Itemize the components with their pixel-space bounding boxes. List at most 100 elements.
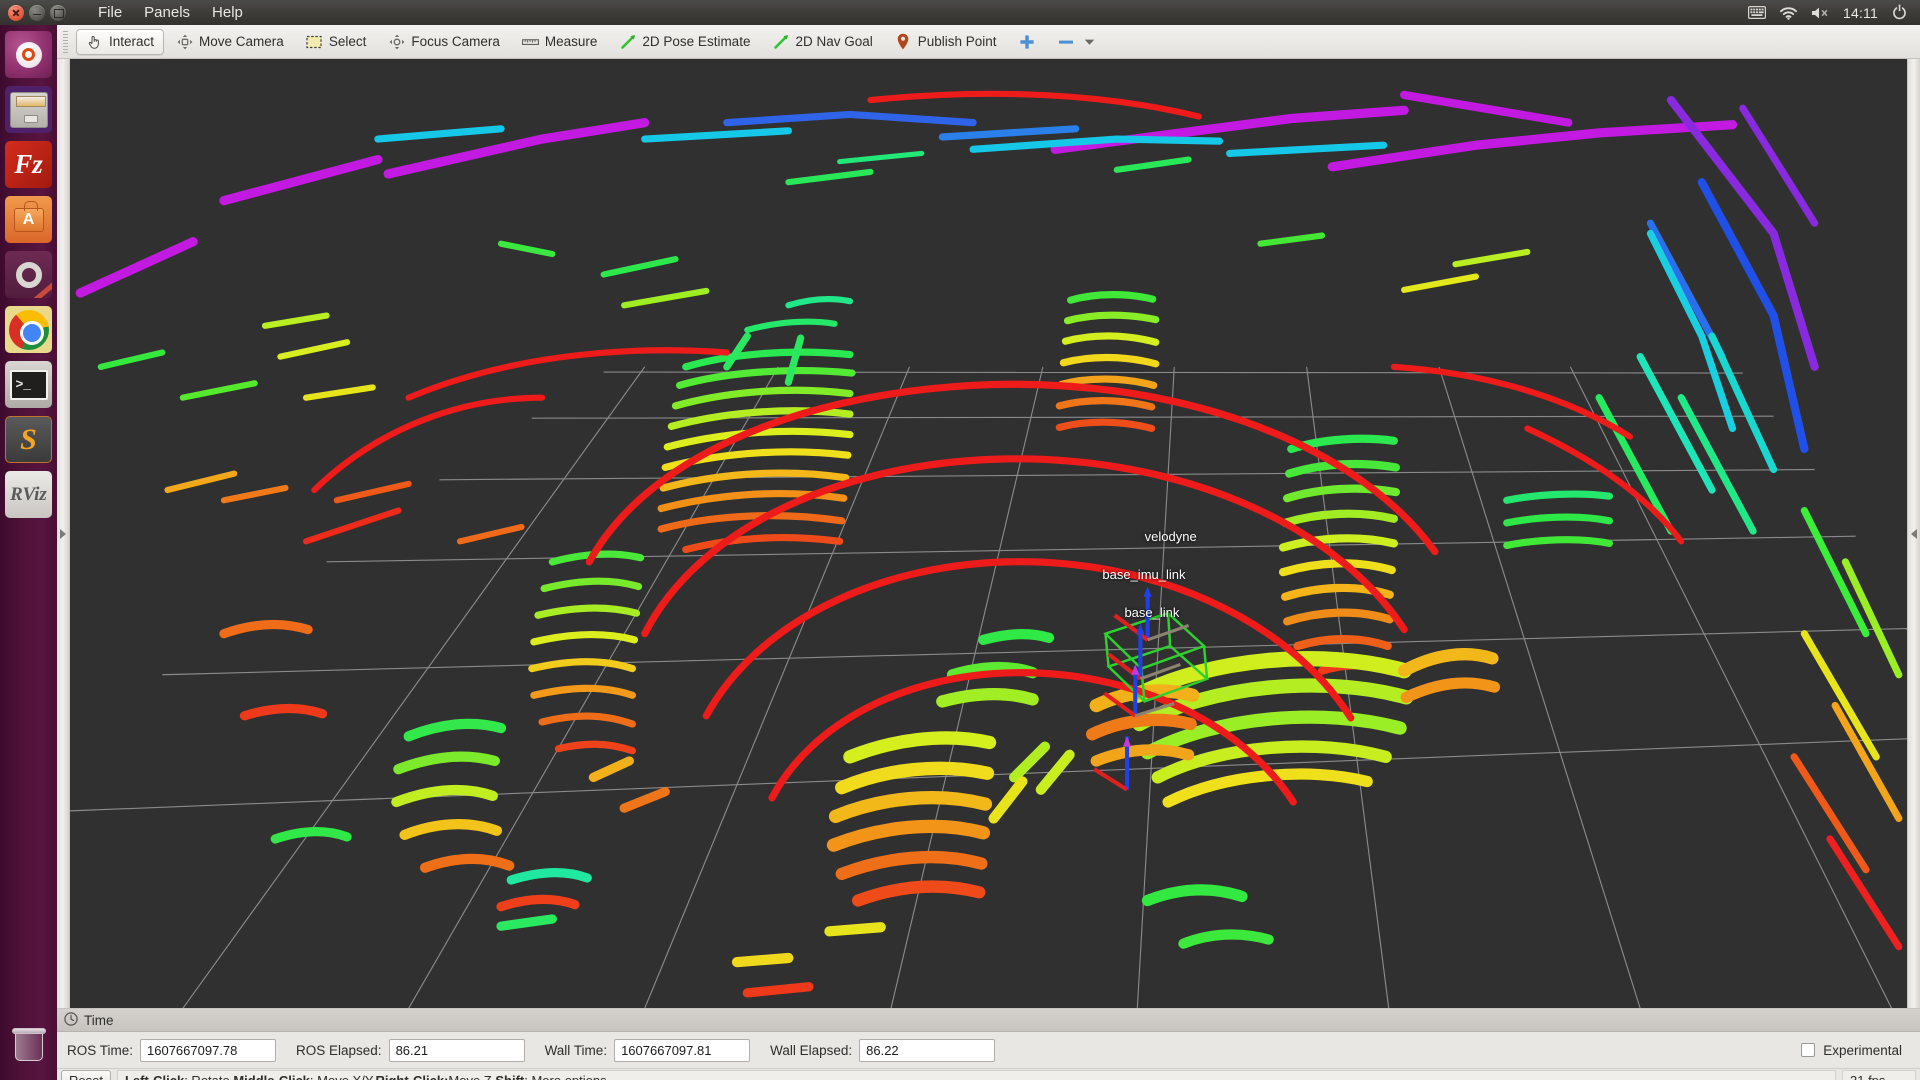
field-ros-time: ROS Time: 1607667097.78 [67,1039,276,1062]
expand-left-panel-icon [60,529,66,539]
desktop-screen: File Panels Help 14:11 [0,0,1920,1080]
menu-panels[interactable]: Panels [133,0,201,25]
file-cabinet-icon [10,92,48,128]
hint-more-options: : More options. [524,1073,610,1080]
launcher-item-terminal[interactable]: >_ [5,361,52,408]
wifi-icon[interactable] [1779,6,1798,20]
tool-publish-point[interactable]: Publish Point [885,29,1007,55]
launcher-item-ubuntu-software[interactable]: A [5,196,52,243]
volume-muted-icon[interactable] [1811,6,1830,20]
green-arrow-icon [772,33,789,50]
sublime-icon: S [20,423,37,457]
ros-elapsed-input[interactable]: 86.21 [389,1039,525,1062]
move-camera-icon [176,33,193,50]
remove-tool-button[interactable] [1048,29,1108,55]
chevron-down-icon [1081,33,1098,50]
wall-time-input[interactable]: 1607667097.81 [614,1039,750,1062]
ros-time-input[interactable]: 1607667097.78 [140,1039,276,1062]
add-tool-button[interactable] [1009,29,1046,55]
clock-label[interactable]: 14:11 [1843,5,1878,21]
ros-time-label: ROS Time: [67,1043,133,1058]
filezilla-icon: Fz [14,149,43,180]
rviz-icon: RViz [10,484,47,506]
hint-move-z: Move Z. [448,1073,495,1080]
reset-button[interactable]: Reset [61,1070,111,1080]
ruler-icon [522,33,539,50]
hint-right-click: Right-Click: [375,1073,448,1080]
plus-icon [1019,33,1036,50]
tool-interact[interactable]: Interact [76,29,164,55]
launcher-item-system-tools[interactable] [5,251,52,298]
rviz-main-area: velodyne base_imu_link base_link [57,59,1920,1008]
hint-left-click: Left-Click [125,1073,184,1080]
application-menu-bar: File Panels Help [87,0,254,25]
window-controls [0,5,75,21]
launcher-item-ubuntu-dash[interactable] [5,31,52,78]
launcher-item-rviz[interactable]: RViz [5,471,52,518]
hint-rotate: : Rotate. [184,1073,233,1080]
launcher-item-filezilla[interactable]: Fz [5,141,52,188]
expand-right-panel-icon [1911,529,1917,539]
software-bag-icon: A [14,208,44,232]
keyboard-icon[interactable] [1748,6,1766,19]
tool-2d-pose-estimate[interactable]: 2D Pose Estimate [609,29,760,55]
tool-label: Measure [545,34,598,49]
gear-wrench-icon [16,262,42,288]
mouse-hint-text: Left-Click: Rotate. Middle-Click: Move X… [117,1070,1836,1080]
time-panel-title: Time [84,1013,114,1028]
tf-label-base-imu-link: base_imu_link [1102,567,1185,582]
launcher-item-files[interactable] [5,86,52,133]
hint-move-xy: : Move X/Y. [310,1073,376,1080]
tool-label: Select [329,34,367,49]
time-panel-body: ROS Time: 1607667097.78 ROS Elapsed: 86.… [57,1032,1920,1068]
minus-icon [1058,33,1075,50]
maximize-window-button[interactable] [50,5,66,21]
tool-label: 2D Nav Goal [795,34,872,49]
power-gear-icon[interactable] [1891,4,1908,21]
fps-indicator: 31 fps [1842,1070,1916,1080]
launcher-item-trash[interactable] [5,1021,52,1068]
tool-select[interactable]: Select [296,29,377,55]
tool-focus-camera[interactable]: Focus Camera [378,29,510,55]
close-window-button[interactable] [8,5,24,21]
experimental-toggle[interactable]: Experimental [1801,1043,1910,1058]
tool-label: Publish Point [918,34,997,49]
3d-viewport[interactable]: velodyne base_imu_link base_link [70,59,1907,1008]
unity-launcher: Fz A >_ S RViz [0,25,57,1080]
ubuntu-logo-icon [16,42,42,68]
ubuntu-top-panel: File Panels Help 14:11 [0,0,1920,25]
launcher-item-sublime-text[interactable]: S [5,416,52,463]
rviz-window: Interact Move Camera Select Focus Camera [57,25,1920,1080]
terminal-icon: >_ [10,370,48,400]
menu-help[interactable]: Help [201,0,254,25]
left-panel-splitter[interactable] [57,59,70,1008]
tool-label: Interact [109,34,154,49]
launcher-item-google-chrome[interactable] [5,306,52,353]
focus-camera-icon [388,33,405,50]
rviz-toolbar: Interact Move Camera Select Focus Camera [57,25,1920,59]
right-panel-splitter[interactable] [1907,59,1920,1008]
green-arrow-icon [619,33,636,50]
minimize-window-button[interactable] [29,5,45,21]
time-panel-header[interactable]: Time [57,1009,1920,1032]
tool-2d-nav-goal[interactable]: 2D Nav Goal [762,29,882,55]
tool-label: Move Camera [199,34,284,49]
ros-elapsed-label: ROS Elapsed: [296,1043,382,1058]
chrome-icon [9,310,49,350]
hint-shift: Shift [495,1073,524,1080]
experimental-checkbox[interactable] [1801,1043,1815,1057]
wall-time-label: Wall Time: [545,1043,608,1058]
toolbar-drag-handle[interactable] [61,31,70,53]
tool-label: Focus Camera [411,34,500,49]
wall-elapsed-label: Wall Elapsed: [770,1043,852,1058]
system-tray: 14:11 [1748,4,1920,21]
menu-file[interactable]: File [87,0,133,25]
tool-move-camera[interactable]: Move Camera [166,29,294,55]
time-panel: Time ROS Time: 1607667097.78 ROS Elapsed… [57,1008,1920,1068]
field-ros-elapsed: ROS Elapsed: 86.21 [296,1039,525,1062]
map-pin-icon [895,33,912,50]
wall-elapsed-input[interactable]: 86.22 [859,1039,995,1062]
status-bar: Reset Left-Click: Rotate. Middle-Click: … [57,1068,1920,1080]
tool-measure[interactable]: Measure [512,29,608,55]
field-wall-elapsed: Wall Elapsed: 86.22 [770,1039,995,1062]
